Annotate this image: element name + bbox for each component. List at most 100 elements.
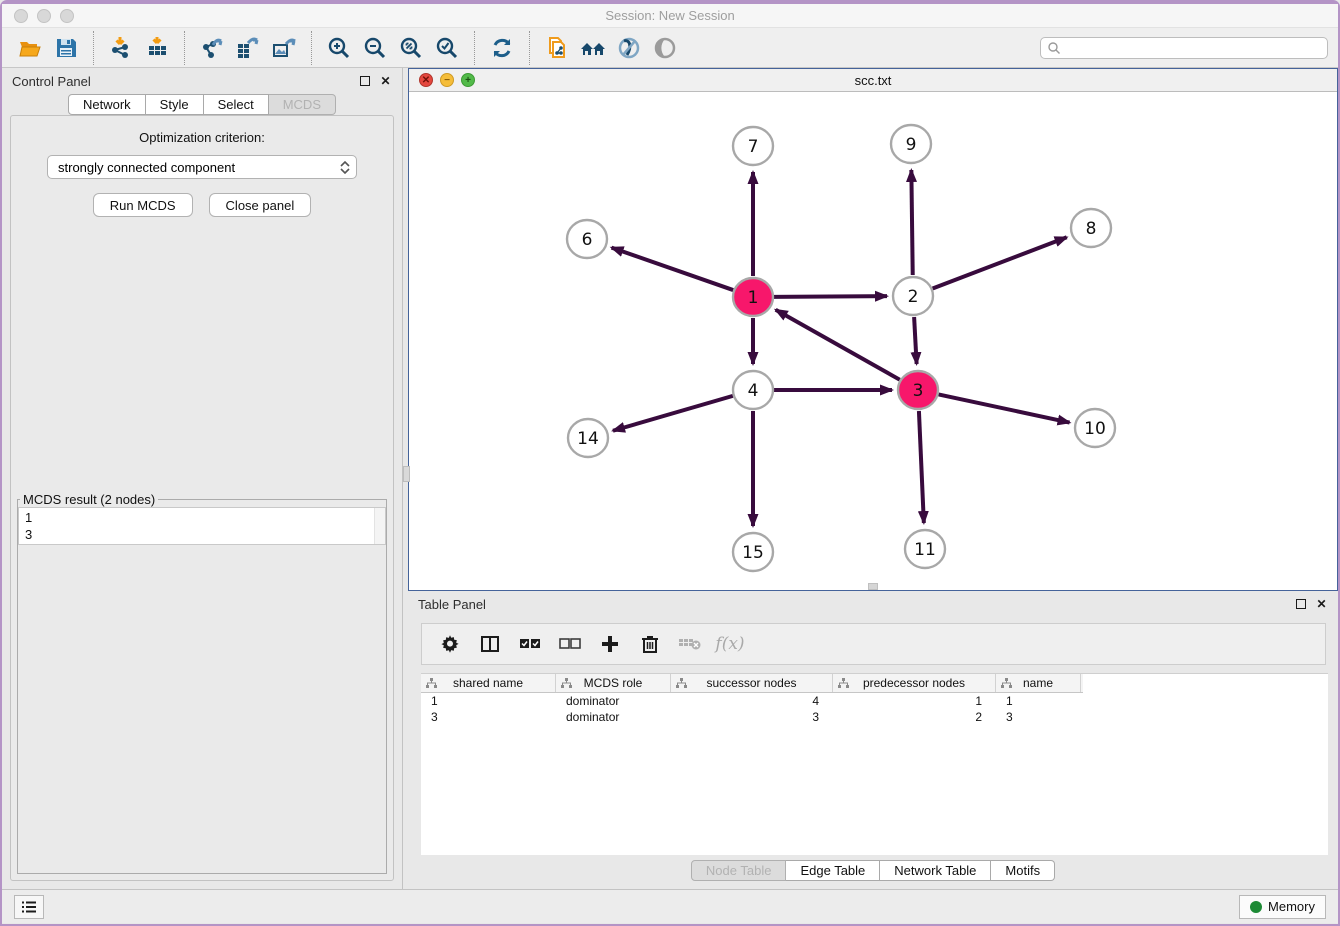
panel-split-divider[interactable]	[402, 68, 408, 889]
tab-select[interactable]: Select	[204, 94, 269, 115]
node-9[interactable]: 9	[891, 125, 931, 163]
first-neighbors-icon[interactable]	[578, 33, 608, 63]
export-network-icon[interactable]	[197, 33, 227, 63]
table-tabs: Node TableEdge TableNetwork TableMotifs	[408, 855, 1338, 885]
copy-network-icon[interactable]	[542, 33, 572, 63]
task-history-button[interactable]	[14, 895, 44, 919]
settings-gear-icon[interactable]	[437, 631, 463, 657]
tab-style[interactable]: Style	[146, 94, 204, 115]
refresh-layout-icon[interactable]	[487, 33, 517, 63]
close-table-panel-icon[interactable]: ✕	[1315, 598, 1328, 611]
zoom-fit-icon[interactable]	[396, 33, 426, 63]
control-panel-tabs: NetworkStyleSelectMCDS	[2, 94, 402, 115]
delete-table-icon[interactable]	[677, 631, 703, 657]
toolbar-separator	[529, 31, 530, 65]
tab-network-table[interactable]: Network Table	[880, 860, 991, 881]
table-cell[interactable]: 3	[421, 709, 556, 725]
close-panel-button[interactable]: Close panel	[209, 193, 312, 217]
edge-1-6[interactable]	[612, 248, 734, 290]
delete-columns-icon[interactable]	[637, 631, 663, 657]
tab-node-table[interactable]: Node Table	[691, 860, 787, 881]
horizontal-split-grip[interactable]	[868, 583, 878, 590]
network-window-controls[interactable]: ✕ − +	[419, 73, 475, 87]
search-field[interactable]	[1040, 37, 1328, 59]
table-body: 1dominator4113dominator323	[421, 693, 1328, 725]
node-15[interactable]: 15	[733, 533, 773, 571]
node-1[interactable]: 1	[733, 278, 773, 316]
edge-1-2[interactable]	[774, 296, 887, 297]
result-scrollbar[interactable]	[374, 508, 385, 544]
node-11[interactable]: 11	[905, 530, 945, 568]
show-column-panel-icon[interactable]	[477, 631, 503, 657]
table-panel-header: Table Panel ✕	[408, 591, 1338, 617]
table-cell[interactable]: 3	[996, 709, 1081, 725]
edge-3-11[interactable]	[919, 411, 924, 523]
float-panel-icon[interactable]	[358, 75, 371, 88]
search-input[interactable]	[1061, 39, 1327, 57]
network-graph[interactable]: 7 9 6 8 1 2 4 3 14 10 15 11	[409, 92, 1337, 590]
table-cell[interactable]: 1	[421, 693, 556, 709]
add-column-icon[interactable]	[597, 631, 623, 657]
column-header-shared-name[interactable]: shared name	[421, 674, 556, 692]
minimize-network-button[interactable]: −	[440, 73, 454, 87]
deselect-all-columns-icon[interactable]	[557, 631, 583, 657]
edge-3-1[interactable]	[776, 310, 900, 380]
table-cell[interactable]: 1	[833, 693, 996, 709]
window-title: Session: New Session	[2, 8, 1338, 23]
hide-graphics-details-icon[interactable]	[614, 33, 644, 63]
tab-edge-table[interactable]: Edge Table	[786, 860, 880, 881]
node-10[interactable]: 10	[1075, 409, 1115, 447]
run-mcds-button[interactable]: Run MCDS	[93, 193, 193, 217]
node-table[interactable]: shared nameMCDS rolesuccessor nodesprede…	[421, 673, 1328, 855]
close-panel-icon[interactable]: ✕	[379, 75, 392, 88]
open-session-icon[interactable]	[15, 33, 45, 63]
table-cell[interactable]: dominator	[556, 693, 671, 709]
table-cell[interactable]: 1	[996, 693, 1081, 709]
node-7[interactable]: 7	[733, 127, 773, 165]
table-cell[interactable]: dominator	[556, 709, 671, 725]
column-header-successor-nodes[interactable]: successor nodes	[671, 674, 833, 692]
table-cell[interactable]: 4	[671, 693, 833, 709]
node-14[interactable]: 14	[568, 419, 608, 457]
export-table-icon[interactable]	[233, 33, 263, 63]
tab-motifs[interactable]: Motifs	[991, 860, 1055, 881]
zoom-selected-icon[interactable]	[432, 33, 462, 63]
edge-2-9[interactable]	[911, 170, 912, 275]
node-6[interactable]: 6	[567, 220, 607, 258]
table-cell[interactable]: 3	[671, 709, 833, 725]
float-table-panel-icon[interactable]	[1294, 598, 1307, 611]
save-session-icon[interactable]	[51, 33, 81, 63]
memory-button[interactable]: Memory	[1239, 895, 1326, 919]
edge-2-3[interactable]	[914, 317, 917, 364]
edge-3-10[interactable]	[939, 394, 1070, 422]
dropdown-stepper-icon	[339, 161, 350, 174]
import-table-icon[interactable]	[142, 33, 172, 63]
node-2[interactable]: 2	[893, 277, 933, 315]
birds-eye-view-icon[interactable]	[650, 33, 680, 63]
import-network-icon[interactable]	[106, 33, 136, 63]
zoom-out-icon[interactable]	[360, 33, 390, 63]
table-row[interactable]: 1dominator411	[421, 693, 1328, 709]
table-cell[interactable]: 2	[833, 709, 996, 725]
node-8[interactable]: 8	[1071, 209, 1111, 247]
mcds-result-area[interactable]: 1 3	[18, 507, 386, 545]
function-builder-icon[interactable]: f(x)	[717, 631, 743, 657]
column-header-predecessor-nodes[interactable]: predecessor nodes	[833, 674, 996, 692]
selected-criterion: strongly connected component	[58, 160, 339, 175]
table-row[interactable]: 3dominator323	[421, 709, 1328, 725]
node-3[interactable]: 3	[898, 371, 938, 409]
edge-4-14[interactable]	[613, 396, 733, 431]
close-network-button[interactable]: ✕	[419, 73, 433, 87]
select-all-columns-icon[interactable]	[517, 631, 543, 657]
optimization-criterion-select[interactable]: strongly connected component	[47, 155, 357, 179]
network-canvas[interactable]: 7 9 6 8 1 2 4 3 14 10 15 11	[409, 92, 1337, 590]
maximize-network-button[interactable]: +	[461, 73, 475, 87]
tab-mcds[interactable]: MCDS	[269, 94, 336, 115]
column-header-name[interactable]: name	[996, 674, 1081, 692]
tab-network[interactable]: Network	[68, 94, 146, 115]
edge-2-8[interactable]	[933, 237, 1067, 288]
column-header-MCDS-role[interactable]: MCDS role	[556, 674, 671, 692]
export-image-icon[interactable]	[269, 33, 299, 63]
node-4[interactable]: 4	[733, 371, 773, 409]
zoom-in-icon[interactable]	[324, 33, 354, 63]
